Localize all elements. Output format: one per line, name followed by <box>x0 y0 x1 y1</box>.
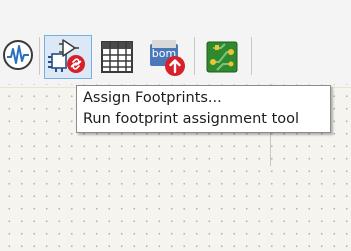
toolbar-separator <box>39 37 40 75</box>
assign-footprints-button[interactable] <box>44 35 92 79</box>
table-icon <box>101 41 133 73</box>
symbol-fields-table-button[interactable] <box>100 40 134 74</box>
waveform-icon <box>3 40 33 70</box>
toolbar-separator <box>251 37 252 75</box>
tooltip-description: Run footprint assignment tool <box>83 111 300 127</box>
pcb-icon <box>206 41 238 73</box>
toolbar-separator <box>194 37 195 75</box>
top-toolbar: bom <box>0 0 351 84</box>
generate-bom-button[interactable]: bom <box>148 38 186 78</box>
simulator-button[interactable] <box>0 38 34 72</box>
open-pcb-editor-button[interactable] <box>205 40 239 74</box>
tooltip-title: Assign Footprints... <box>83 90 222 106</box>
tooltip: Assign Footprints... Run footprint assig… <box>76 85 331 133</box>
footprint-assignment-icon <box>48 39 85 73</box>
bom-icon: bom <box>150 40 185 76</box>
